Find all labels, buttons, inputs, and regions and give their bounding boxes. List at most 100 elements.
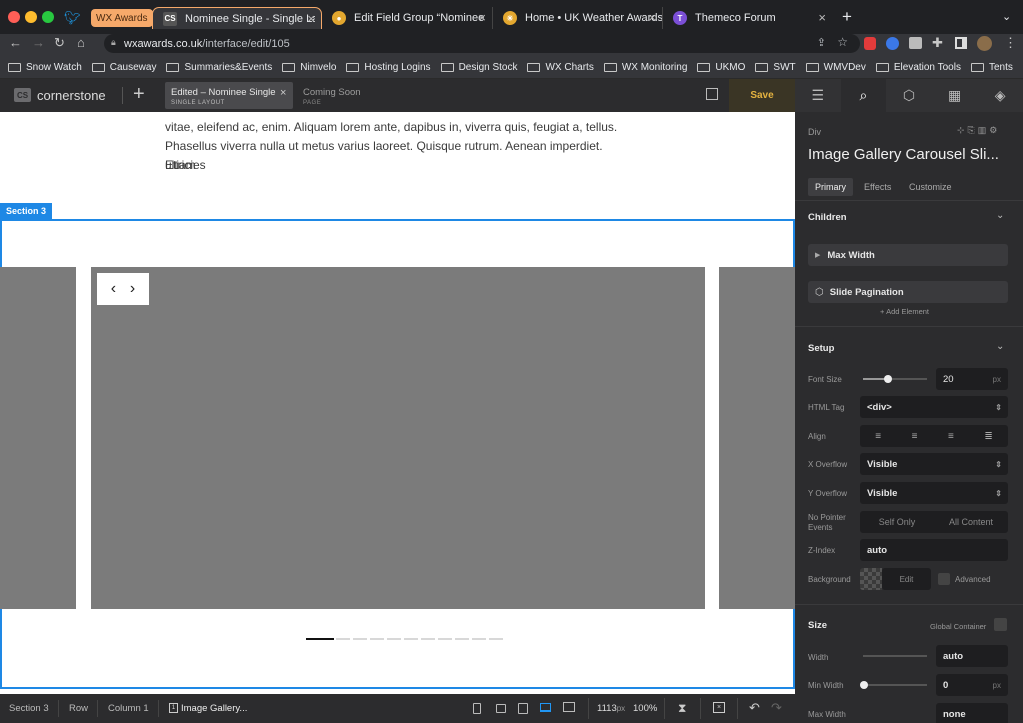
tab-home-uk-weather[interactable]: ☀ Home • UK Weather Awards ×: [492, 7, 662, 29]
pagination-dash[interactable]: [336, 638, 350, 640]
bookmark-folder[interactable]: Causeway: [91, 62, 156, 73]
bookmark-folder[interactable]: SWT: [755, 62, 796, 73]
bookmark-folder[interactable]: Elevation Tools: [875, 62, 961, 73]
z-index-input[interactable]: auto: [860, 539, 1008, 561]
bookmark-folder[interactable]: Tents: [970, 62, 1013, 73]
view-live-icon[interactable]: [706, 88, 718, 100]
expand-triangle-icon[interactable]: ▶: [815, 251, 820, 259]
pagination-dash[interactable]: [370, 638, 384, 640]
skeleton-mode-icon[interactable]: ⧗: [678, 701, 686, 716]
tab-search-chevron-icon[interactable]: ⌄: [1002, 10, 1011, 23]
pagination-dash[interactable]: [421, 638, 435, 640]
align-left-icon[interactable]: ≡: [875, 431, 881, 442]
back-icon[interactable]: ←: [9, 35, 22, 50]
twitter-icon[interactable]: 🐦︎: [64, 10, 81, 26]
add-document-icon[interactable]: +: [133, 83, 145, 106]
all-content-button[interactable]: All Content: [934, 517, 1008, 527]
new-tab-icon[interactable]: +: [842, 7, 852, 27]
undo-icon[interactable]: ↶: [749, 700, 760, 716]
carousel-slide-prev[interactable]: [0, 267, 76, 609]
align-justify-icon[interactable]: ≣: [984, 431, 992, 442]
home-icon[interactable]: ⌂: [77, 35, 85, 50]
pagination-dash[interactable]: [472, 638, 486, 640]
self-only-button[interactable]: Self Only: [860, 517, 934, 527]
minimize-window-icon[interactable]: [25, 11, 37, 23]
inspector-search-icon[interactable]: ⌕: [840, 79, 887, 112]
width-input[interactable]: auto: [936, 645, 1008, 667]
align-center-icon[interactable]: ≡: [912, 431, 918, 442]
min-width-input[interactable]: 0 px: [936, 674, 1008, 696]
bookmark-folder[interactable]: Hosting Logins: [346, 62, 431, 73]
x-overflow-select[interactable]: Visible ⇕: [860, 453, 1008, 475]
templates-icon[interactable]: ▦: [932, 79, 978, 112]
device-phone-landscape-icon[interactable]: [496, 704, 506, 713]
tab-customize[interactable]: Customize: [909, 182, 952, 192]
extensions-puzzle-icon[interactable]: ✚: [932, 35, 943, 51]
tab-edit-field-group[interactable]: ● Edit Field Group “Nominee Sub ×: [322, 7, 492, 29]
viewport-width[interactable]: 1113px: [597, 703, 625, 714]
min-width-slider-handle[interactable]: [860, 681, 868, 689]
bookmark-folder[interactable]: WMVDev: [805, 62, 866, 73]
advanced-checkbox[interactable]: [938, 573, 950, 585]
background-edit-button[interactable]: Edit: [882, 568, 931, 590]
pagination-dash[interactable]: [404, 638, 418, 640]
close-window-icon[interactable]: [8, 11, 20, 23]
breadcrumb-image-gallery[interactable]: Image Gallery...: [181, 703, 247, 714]
device-phone-icon[interactable]: [473, 703, 481, 714]
pagination-dash-active[interactable]: [306, 638, 334, 640]
section-3-outline[interactable]: ‹ ›: [0, 219, 795, 689]
pagination-dash[interactable]: [387, 638, 401, 640]
close-tab-icon[interactable]: ×: [818, 10, 826, 25]
child-slide-pagination[interactable]: ⬡ Slide Pagination: [808, 281, 1008, 303]
camera-extension-icon[interactable]: [909, 37, 922, 49]
element-actions-icons[interactable]: ⊹⎘▥⚙: [957, 125, 1000, 136]
address-bar[interactable]: 🔒︎ wxawards.co.uk/interface/edit/105 ⇪ ☆: [104, 34, 860, 53]
document-tab-active[interactable]: Edited – Nominee Single SINGLE LAYOUT ×: [165, 82, 293, 109]
bookmark-folder[interactable]: WX Charts: [527, 62, 594, 73]
breadcrumb-section[interactable]: Section 3: [9, 703, 49, 714]
pagination-dash[interactable]: [353, 638, 367, 640]
carousel-prev-button[interactable]: ‹: [111, 280, 116, 298]
elements-cube-icon[interactable]: ⬡: [886, 79, 932, 112]
close-tab-icon[interactable]: ×: [307, 11, 315, 26]
bookmark-star-icon[interactable]: ☆: [837, 35, 848, 49]
width-slider-track[interactable]: [863, 655, 927, 657]
redo-icon[interactable]: ↷: [771, 700, 782, 716]
device-laptop-icon[interactable]: [540, 703, 551, 712]
forward-icon[interactable]: →: [32, 35, 45, 50]
font-size-input[interactable]: 20 px: [936, 368, 1008, 390]
bookmark-folder[interactable]: Nimvelo: [282, 62, 336, 73]
section-label[interactable]: Section 3: [0, 203, 53, 219]
close-tab-icon[interactable]: ×: [478, 10, 486, 25]
max-width-input[interactable]: none: [936, 703, 1008, 723]
share-icon[interactable]: ⇪: [817, 36, 826, 49]
pagination-dash[interactable]: [438, 638, 452, 640]
extension-red-icon[interactable]: [864, 37, 876, 50]
breadcrumb-row[interactable]: Row: [69, 703, 88, 714]
carousel-next-button[interactable]: ›: [130, 280, 135, 298]
collapse-chevron-icon[interactable]: ⌄: [996, 341, 1004, 352]
breadcrumb-column[interactable]: Column 1: [108, 703, 149, 714]
background-swatch[interactable]: [860, 568, 882, 590]
layers-icon[interactable]: ◈: [977, 79, 1023, 112]
maximize-window-icon[interactable]: [42, 11, 54, 23]
global-container-checkbox[interactable]: [994, 618, 1007, 631]
collapse-chevron-icon[interactable]: ⌄: [996, 210, 1004, 221]
carousel-slide-current[interactable]: [91, 267, 705, 609]
save-button[interactable]: Save: [729, 79, 795, 112]
builder-canvas[interactable]: vitae, eleifend ac, enim. Aliquam lorem …: [0, 112, 795, 694]
zoom-level[interactable]: 100%: [633, 703, 657, 714]
bookmark-folder[interactable]: WX Monitoring: [603, 62, 687, 73]
bookmark-folder[interactable]: Design Stock: [440, 62, 517, 73]
carousel-slide-next[interactable]: [719, 267, 795, 609]
bookmark-folder[interactable]: UKMO: [697, 62, 745, 73]
min-width-slider-track[interactable]: [863, 684, 927, 686]
bookmark-folder[interactable]: Summaries&Events: [166, 62, 272, 73]
pagination-dash[interactable]: [489, 638, 503, 640]
tab-primary[interactable]: Primary: [808, 178, 853, 196]
browser-menu-icon[interactable]: ⋮: [1004, 35, 1017, 51]
layout-tree-icon[interactable]: ☰: [795, 79, 841, 112]
child-max-width[interactable]: ▶ Max Width: [808, 244, 1008, 266]
code-editor-icon[interactable]: ×: [713, 702, 725, 713]
align-right-icon[interactable]: ≡: [948, 431, 954, 442]
